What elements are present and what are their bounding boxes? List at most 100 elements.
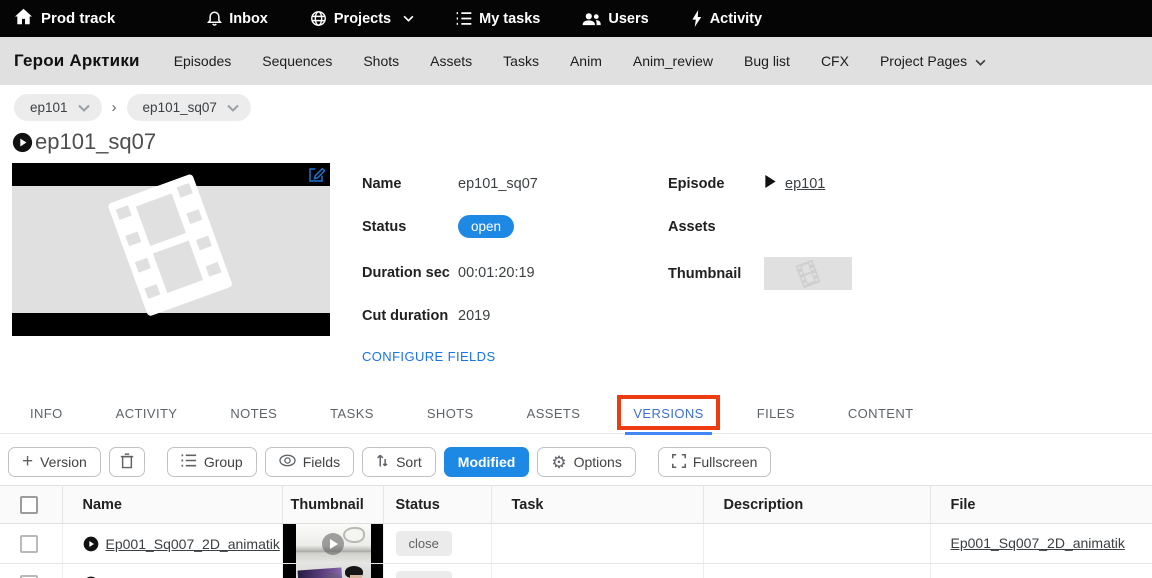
row-checkbox[interactable] — [20, 535, 38, 553]
project-nav: Герои Арктики Episodes Sequences Shots A… — [0, 37, 1152, 85]
eye-icon — [279, 454, 296, 470]
version-description-cell — [703, 564, 930, 578]
column-header-description[interactable]: Description — [703, 486, 930, 524]
field-value-name: ep101_sq07 — [458, 176, 538, 192]
versions-table: Name Thumbnail Status Task Description F… — [0, 485, 1152, 578]
tab-notes[interactable]: NOTES — [230, 393, 277, 434]
column-header-name[interactable]: Name — [62, 486, 282, 524]
version-task-cell — [491, 564, 703, 578]
top-nav: Prod track Inbox Projects — [0, 0, 1152, 37]
project-pages-dropdown[interactable]: Project Pages — [880, 53, 986, 69]
project-tab-anim[interactable]: Anim — [570, 53, 602, 69]
version-thumbnail[interactable] — [283, 564, 384, 578]
version-file-link[interactable]: ep101_sq07.cut_layout — [951, 575, 1096, 578]
version-task-cell — [491, 524, 703, 564]
project-tab-episodes[interactable]: Episodes — [174, 53, 232, 69]
nav-activity[interactable]: Activity — [691, 10, 762, 27]
field-value-duration-sec: 00:01:20:19 — [458, 265, 535, 281]
project-tab-bug-list[interactable]: Bug list — [744, 53, 790, 69]
options-button[interactable]: ⚙ Options — [537, 447, 636, 477]
sort-button[interactable]: Sort — [362, 447, 436, 477]
select-all-checkbox[interactable] — [20, 496, 38, 514]
play-triangle-icon — [764, 175, 776, 193]
thumbnail-preview[interactable] — [764, 257, 852, 290]
fullscreen-button[interactable]: Fullscreen — [658, 447, 772, 477]
people-icon — [582, 12, 601, 26]
field-label-assets: Assets — [668, 219, 764, 235]
tab-content[interactable]: CONTENT — [848, 393, 914, 434]
version-thumbnail[interactable] — [283, 524, 384, 563]
chevron-down-icon — [78, 100, 90, 115]
project-title: Герои Арктики — [14, 51, 140, 71]
column-header-thumbnail[interactable]: Thumbnail — [282, 486, 383, 524]
group-button[interactable]: Group — [167, 447, 257, 477]
film-placeholder-icon — [89, 166, 254, 328]
nav-inbox[interactable]: Inbox — [207, 10, 268, 27]
version-name-link[interactable]: Ep001_Sq007_2D_animatik — [106, 536, 280, 552]
modified-button[interactable]: Modified — [444, 447, 530, 477]
field-label-status: Status — [362, 219, 458, 235]
play-circle-icon[interactable] — [83, 536, 99, 552]
versions-toolbar: + Version Group Fields Sort — [0, 434, 1152, 477]
bell-icon — [207, 10, 222, 27]
home-button[interactable]: Prod track — [14, 8, 115, 29]
breadcrumb: ep101 › ep101_sq07 — [0, 85, 1152, 125]
version-status-badge[interactable]: close — [396, 531, 452, 556]
table-header-row: Name Thumbnail Status Task Description F… — [0, 486, 1152, 524]
fields-left-column: Name ep101_sq07 Status open Duration sec… — [362, 163, 662, 364]
nav-projects[interactable]: Projects — [310, 10, 414, 27]
project-tab-assets[interactable]: Assets — [430, 53, 472, 69]
table-row: Ep101_Sq07_3D_animatik close ep101_sq07.… — [0, 564, 1152, 578]
delete-button[interactable] — [109, 447, 145, 477]
active-tab-underline — [625, 432, 711, 435]
brand-label: Prod track — [41, 10, 115, 27]
chevron-down-icon — [975, 53, 986, 69]
field-label-thumbnail: Thumbnail — [668, 266, 764, 282]
page-title: ep101_sq07 — [35, 129, 156, 155]
table-row: Ep001_Sq007_2D_animatik close Ep001_Sq00… — [0, 524, 1152, 564]
column-header-status[interactable]: Status — [383, 486, 491, 524]
tab-assets[interactable]: ASSETS — [527, 393, 581, 434]
video-player[interactable] — [12, 163, 330, 336]
breadcrumb-ep101[interactable]: ep101 — [14, 94, 102, 121]
breadcrumb-ep101-sq07[interactable]: ep101_sq07 — [127, 94, 251, 121]
fields-button[interactable]: Fields — [265, 447, 354, 477]
column-header-file[interactable]: File — [930, 486, 1152, 524]
fields-right-column: Episode ep101 Assets Thumbnail — [668, 163, 958, 364]
column-header-task[interactable]: Task — [491, 486, 703, 524]
project-tab-tasks[interactable]: Tasks — [503, 53, 539, 69]
chevron-down-icon — [403, 15, 414, 22]
nav-my-tasks[interactable]: My tasks — [456, 11, 540, 27]
field-label-duration-sec: Duration sec — [362, 265, 458, 281]
row-checkbox[interactable] — [20, 575, 38, 578]
sort-arrows-icon — [376, 453, 389, 471]
add-version-button[interactable]: + Version — [8, 447, 101, 477]
version-file-link[interactable]: Ep001_Sq007_2D_animatik — [951, 535, 1125, 551]
tab-activity[interactable]: ACTIVITY — [116, 393, 178, 434]
project-tab-sequences[interactable]: Sequences — [262, 53, 332, 69]
edit-icon[interactable] — [307, 166, 325, 189]
details-panel: Name ep101_sq07 Status open Duration sec… — [0, 157, 1152, 364]
episode-link[interactable]: ep101 — [785, 176, 825, 192]
status-badge[interactable]: open — [458, 215, 514, 238]
breadcrumb-separator: › — [112, 99, 117, 116]
home-icon — [14, 8, 33, 29]
version-description-cell — [703, 524, 930, 564]
tab-versions[interactable]: VERSIONS — [633, 393, 703, 434]
project-tab-cfx[interactable]: CFX — [821, 53, 849, 69]
project-tab-anim-review[interactable]: Anim_review — [633, 53, 713, 69]
plus-icon: + — [22, 452, 33, 471]
field-label-episode: Episode — [668, 176, 764, 192]
play-overlay-icon — [322, 533, 344, 555]
version-status-badge[interactable]: close — [396, 571, 452, 578]
nav-users[interactable]: Users — [582, 11, 648, 27]
configure-fields-link[interactable]: CONFIGURE FIELDS — [362, 349, 662, 364]
tab-files[interactable]: FILES — [757, 393, 795, 434]
tab-shots[interactable]: SHOTS — [427, 393, 474, 434]
tab-info[interactable]: INFO — [30, 393, 63, 434]
field-value-cut-duration: 2019 — [458, 308, 490, 324]
tab-tasks[interactable]: TASKS — [330, 393, 374, 434]
detail-tabs: INFO ACTIVITY NOTES TASKS SHOTS ASSETS V… — [0, 393, 1152, 434]
project-tab-shots[interactable]: Shots — [363, 53, 399, 69]
globe-icon — [310, 10, 327, 27]
